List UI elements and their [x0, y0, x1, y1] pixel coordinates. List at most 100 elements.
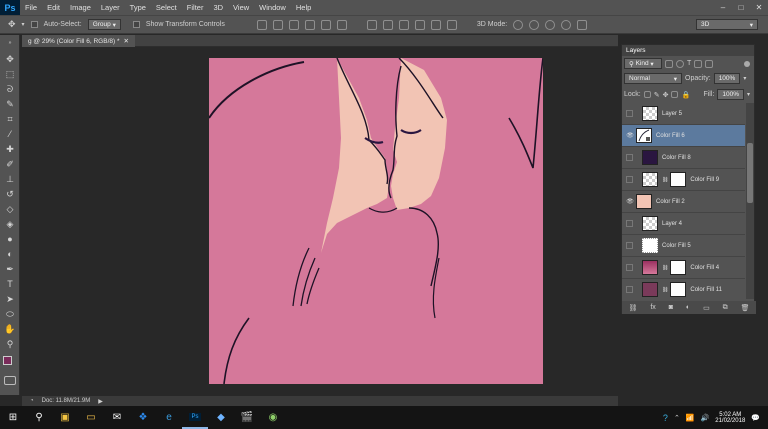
layer-row-color-fill-8[interactable]: Color Fill 8 — [622, 147, 745, 169]
foreground-color-swatch[interactable] — [3, 356, 12, 365]
layer-name[interactable]: Layer 4 — [662, 221, 682, 227]
distribute-top-icon[interactable] — [366, 19, 377, 30]
maximize-icon[interactable]: □ — [732, 0, 750, 15]
mail-icon[interactable]: ✉ — [104, 406, 130, 429]
layer-mask-thumbnail[interactable] — [670, 172, 687, 187]
layer-name[interactable]: Layer 5 — [662, 111, 682, 117]
eraser-tool-icon[interactable]: ◇ — [4, 203, 16, 215]
layer-row-color-fill-11[interactable]: ⛓ Color Fill 11 — [622, 279, 745, 299]
store-icon[interactable]: ▣ — [52, 406, 78, 429]
filter-adjustment-icon[interactable] — [676, 59, 684, 68]
layer-name[interactable]: Color Fill 8 — [662, 155, 691, 161]
layer-filter-dropdown[interactable]: ⚲ Kind ▾ — [624, 58, 662, 69]
blur-tool-icon[interactable]: ● — [4, 233, 16, 245]
layer-row-color-fill-5[interactable]: Color Fill 5 — [622, 235, 745, 257]
tool-preset-chevron-icon[interactable]: ▾ — [22, 21, 25, 28]
edge-icon[interactable]: e — [156, 406, 182, 429]
3d-rotate-icon[interactable] — [513, 19, 524, 30]
artboard-canvas[interactable] — [209, 58, 543, 384]
marquee-tool-icon[interactable]: ⬚ — [4, 68, 16, 80]
filter-shape-icon[interactable] — [694, 59, 703, 68]
layer-row-color-fill-2[interactable]: 👁 Color Fill 2 — [622, 191, 745, 213]
eyedropper-tool-icon[interactable]: ⁄ — [4, 128, 16, 140]
windows-start-icon[interactable]: ⊞ — [0, 406, 26, 429]
auto-select-checkbox[interactable] — [30, 21, 38, 28]
menu-select[interactable]: Select — [151, 3, 182, 12]
distribute-bottom-icon[interactable] — [398, 19, 409, 30]
add-mask-icon[interactable]: ◙ — [669, 304, 673, 311]
layer-name[interactable]: Color Fill 2 — [656, 199, 685, 205]
align-right-icon[interactable] — [336, 19, 347, 30]
history-brush-tool-icon[interactable]: ↺ — [4, 188, 16, 200]
lock-artboard-icon[interactable] — [671, 91, 679, 98]
3d-slide-icon[interactable] — [561, 19, 572, 30]
layer-row-color-fill-6[interactable]: 👁 Color Fill 6 — [622, 125, 745, 147]
filter-toggle-icon[interactable] — [744, 60, 750, 67]
clock[interactable]: 5:02 AM 21/02/2018 — [715, 412, 745, 424]
layer-mask-thumbnail[interactable] — [670, 282, 687, 297]
fill-input[interactable]: 100% — [717, 89, 744, 100]
menu-edit[interactable]: Edit — [42, 3, 65, 12]
3d-scale-icon[interactable] — [577, 19, 588, 30]
paint-bucket-tool-icon[interactable]: ◈ — [4, 218, 16, 230]
visibility-toggle[interactable] — [626, 286, 633, 293]
distribute-middle-icon[interactable] — [382, 19, 393, 30]
distribute-right-icon[interactable] — [446, 19, 457, 30]
lock-all-icon[interactable]: 🔒 — [681, 91, 690, 99]
visibility-toggle[interactable] — [626, 154, 633, 161]
align-top-icon[interactable] — [256, 19, 267, 30]
show-transform-checkbox[interactable] — [132, 21, 140, 28]
layer-name[interactable]: Color Fill 9 — [690, 177, 719, 183]
adjustment-layer-icon[interactable]: ◐ — [686, 304, 690, 311]
search-icon[interactable]: ⚲ — [26, 406, 52, 429]
layer-name[interactable]: Color Fill 6 — [656, 133, 685, 139]
layer-row-layer-4[interactable]: Layer 4 — [622, 213, 745, 235]
filter-pixel-icon[interactable] — [665, 59, 673, 68]
close-tab-icon[interactable]: ✕ — [124, 37, 129, 45]
workspace-dropdown[interactable]: 3D ▾ — [696, 19, 758, 30]
visibility-toggle[interactable] — [626, 264, 633, 271]
layers-scrollbar[interactable] — [746, 103, 754, 299]
distribute-left-icon[interactable] — [414, 19, 425, 30]
menu-file[interactable]: File — [20, 3, 42, 12]
new-group-icon[interactable]: ▭ — [703, 304, 710, 312]
app-icon-blue[interactable]: ◆ — [208, 406, 234, 429]
dropbox-icon[interactable]: ❖ — [130, 406, 156, 429]
minimize-icon[interactable]: – — [714, 0, 732, 15]
filter-smart-icon[interactable] — [705, 59, 714, 68]
volume-icon[interactable]: 🔊 — [701, 414, 710, 422]
file-explorer-icon[interactable]: ▭ — [78, 406, 104, 429]
lasso-tool-icon[interactable]: ᘐ — [4, 83, 16, 95]
quick-mask-icon[interactable] — [4, 376, 16, 385]
new-layer-icon[interactable]: ⧉ — [723, 304, 728, 312]
opacity-chevron-icon[interactable]: ▾ — [743, 75, 746, 82]
3d-roll-icon[interactable] — [529, 19, 540, 30]
crop-tool-icon[interactable]: ⌗ — [4, 113, 16, 125]
align-middle-icon[interactable] — [272, 19, 283, 30]
3d-pan-icon[interactable] — [545, 19, 556, 30]
layer-row-layer-5[interactable]: Layer 5 — [622, 103, 745, 125]
move-tool-icon[interactable]: ✥ — [4, 53, 16, 65]
layer-name[interactable]: Color Fill 5 — [662, 243, 691, 249]
ellipse-tool-icon[interactable]: ⬭ — [4, 308, 16, 320]
app-icon-green[interactable]: ◉ — [260, 406, 286, 429]
brush-tool-icon[interactable]: ✐ — [4, 158, 16, 170]
filter-type-icon[interactable]: T — [687, 60, 691, 67]
delete-layer-icon[interactable]: 🗑 — [741, 304, 750, 312]
menu-type[interactable]: Type — [125, 3, 151, 12]
eye-icon[interactable]: 👁 — [625, 132, 635, 139]
menu-window[interactable]: Window — [254, 3, 291, 12]
clone-stamp-tool-icon[interactable]: ⊥ — [4, 173, 16, 185]
layer-row-color-fill-4[interactable]: ⛓ Color Fill 4 — [622, 257, 745, 279]
align-left-icon[interactable] — [304, 19, 315, 30]
blend-mode-dropdown[interactable]: Normal ▾ — [624, 73, 682, 84]
layer-mask-thumbnail[interactable] — [670, 260, 687, 275]
lock-pixels-icon[interactable]: ✎ — [654, 91, 660, 99]
photoshop-taskbar-icon[interactable]: Ps — [182, 406, 208, 429]
layer-style-icon[interactable]: fx — [650, 304, 655, 311]
document-tab[interactable]: g @ 29% (Color Fill 6, RGB/8) * ✕ — [22, 35, 135, 47]
layers-scrollbar-thumb[interactable] — [747, 143, 753, 203]
menu-layer[interactable]: Layer — [96, 3, 125, 12]
visibility-toggle[interactable] — [626, 242, 633, 249]
menu-3d[interactable]: 3D — [208, 3, 228, 12]
